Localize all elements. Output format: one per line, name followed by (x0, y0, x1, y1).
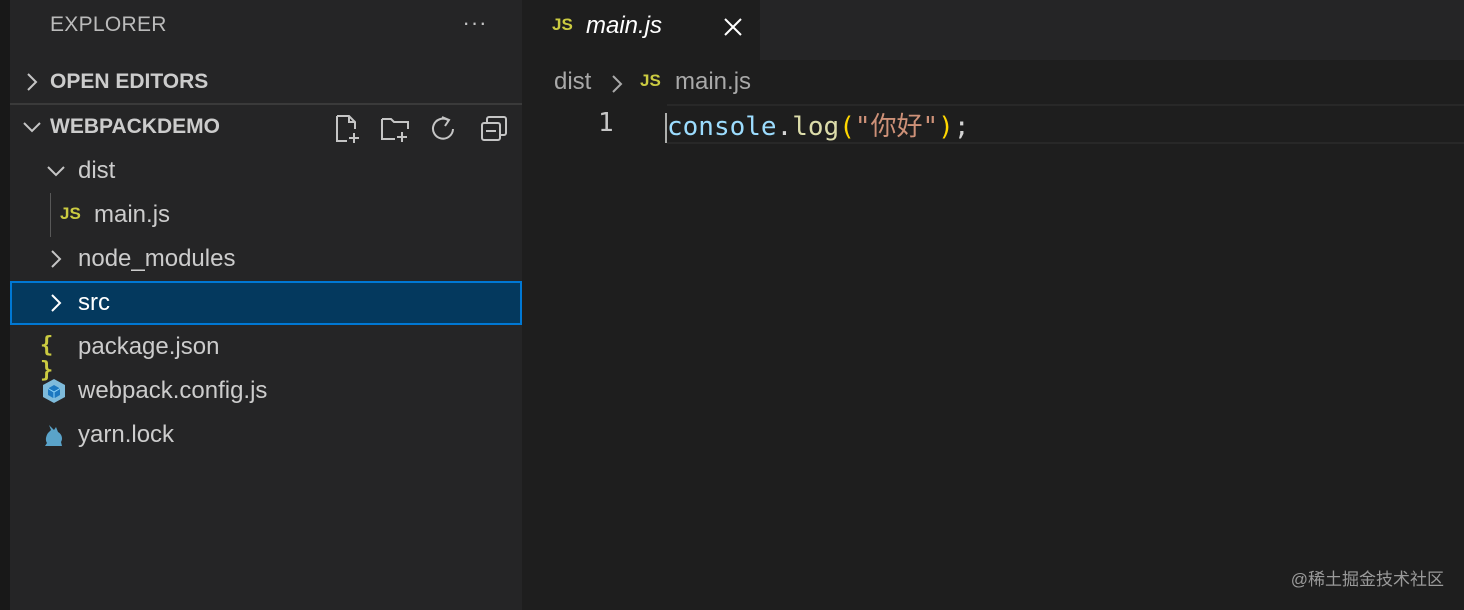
code-token-semicolon: ; (953, 112, 970, 142)
line-number: 1 (598, 108, 614, 138)
tree-folder-dist[interactable]: dist (10, 149, 522, 193)
tree-file-package-json[interactable]: { } package.json (10, 325, 522, 383)
breadcrumb-folder[interactable]: dist (554, 68, 591, 96)
tree-item-label: dist (78, 157, 116, 184)
code-token-string: "你好" (854, 112, 939, 142)
breadcrumb-file[interactable]: main.js (675, 68, 751, 96)
more-actions-icon[interactable]: ··· (460, 8, 490, 38)
explorer-sidebar: EXPLORER ··· OPEN EDITORS WEBPACKDEMO di… (10, 0, 522, 610)
tree-item-label: src (78, 289, 110, 316)
explorer-header: EXPLORER ··· (10, 0, 522, 50)
code-token-function: log (792, 112, 840, 142)
tree-item-label: webpack.config.js (78, 377, 268, 404)
editor-area: JS main.js dist JS main.js 1 console.log… (522, 0, 1464, 610)
chevron-right-icon (612, 75, 623, 93)
tab-main-js[interactable]: JS main.js (522, 0, 760, 60)
code-token-open-paren: ( (839, 112, 855, 142)
new-file-icon[interactable] (332, 113, 364, 145)
js-icon: JS (552, 15, 573, 34)
watermark: @稀土掘金技术社区 (1290, 570, 1444, 589)
tree-file-main-js[interactable]: JS main.js (10, 193, 522, 237)
collapse-all-icon[interactable] (478, 113, 510, 145)
tree-item-label: main.js (94, 201, 171, 228)
tree-folder-src[interactable]: src (10, 281, 522, 325)
json-icon: { } (40, 333, 54, 383)
close-icon[interactable] (718, 12, 748, 42)
open-editors-section[interactable]: OPEN EDITORS (10, 60, 522, 104)
chevron-right-icon (51, 294, 62, 312)
code-token-object: console (667, 112, 777, 142)
tree-item-label: yarn.lock (78, 421, 175, 448)
project-section[interactable]: WEBPACKDEMO (10, 105, 522, 149)
tab-bar: JS main.js (522, 0, 1464, 60)
js-icon: JS (640, 71, 661, 90)
yarn-icon (45, 425, 62, 446)
tab-label: main.js (586, 12, 663, 39)
tree-file-yarn-lock[interactable]: yarn.lock (10, 413, 522, 457)
chevron-right-icon (51, 250, 62, 268)
chevron-down-icon (23, 122, 41, 133)
code-token-close-paren: ) (938, 112, 954, 142)
tree-item-label: package.json (78, 333, 220, 360)
refresh-icon[interactable] (428, 113, 460, 145)
code-line[interactable]: console.log("你好"); (665, 106, 970, 143)
code-token-dot: . (776, 112, 793, 142)
tree-folder-node-modules[interactable]: node_modules (10, 237, 522, 281)
explorer-title: EXPLORER (50, 13, 167, 36)
project-label: WEBPACKDEMO (50, 115, 220, 138)
js-icon: JS (60, 204, 81, 223)
activity-bar-edge (0, 0, 10, 610)
tree-file-webpack-config[interactable]: webpack.config.js (10, 369, 522, 413)
chevron-down-icon (47, 166, 65, 177)
open-editors-label: OPEN EDITORS (50, 70, 209, 93)
new-folder-icon[interactable] (380, 113, 412, 145)
webpack-icon (43, 379, 65, 403)
tree-item-label: node_modules (78, 245, 236, 272)
chevron-right-icon (27, 73, 38, 91)
